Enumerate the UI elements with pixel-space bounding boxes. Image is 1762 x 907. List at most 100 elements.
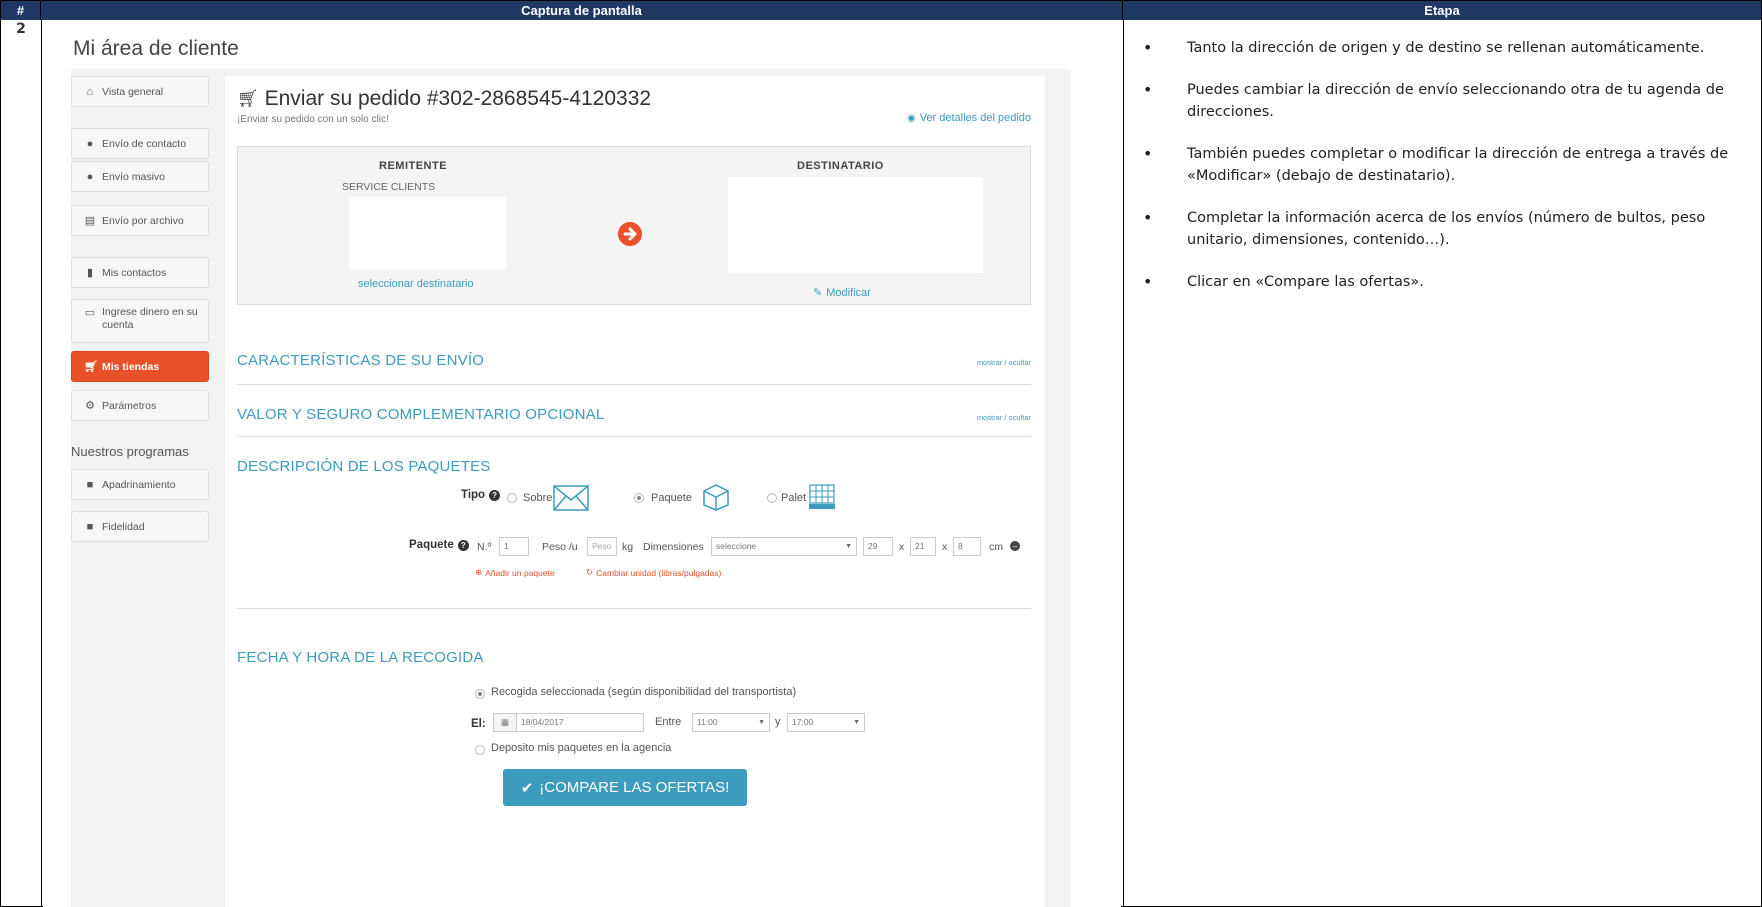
header-screenshot: Captura de pantalla	[41, 1, 1123, 20]
chevron-down-icon: ▼	[853, 719, 860, 726]
sidebar-item-contacts[interactable]: ▮ Mis contactos	[71, 257, 209, 288]
card-icon: ▭	[84, 307, 96, 319]
type-radio-sobre[interactable]	[507, 493, 517, 503]
user-icon: ●	[86, 137, 94, 150]
times-label: x	[899, 541, 905, 553]
column-divider	[41, 20, 42, 906]
from-time-select[interactable]: 11:00 ▼	[692, 713, 770, 732]
times-label: x	[942, 541, 948, 553]
sidebar-item-label: Fidelidad	[102, 520, 145, 533]
from-time-value: 11:00	[697, 717, 718, 727]
height-input[interactable]: 8	[953, 537, 981, 556]
sidebar-item-file-shipping[interactable]: ▤ Envío por archivo	[71, 205, 209, 236]
home-icon: ⌂	[86, 85, 94, 98]
step-item: Clicar en «Compare las ofertas».	[1131, 271, 1756, 293]
cart-icon: 🛒︎	[237, 89, 259, 108]
modify-label: Modificar	[826, 286, 871, 299]
recipient-address-box	[728, 177, 983, 273]
arrow-right-icon	[618, 222, 642, 246]
dimensions-select-value: seleccione	[716, 541, 757, 551]
step-item: Tanto la dirección de origen y de destin…	[1131, 37, 1756, 59]
help-icon[interactable]: ?	[489, 489, 501, 501]
chevron-down-icon: ▼	[758, 719, 765, 726]
programs-heading: Nuestros programas	[71, 444, 189, 459]
type-radio-palet[interactable]	[767, 493, 777, 503]
weight-label: Peso /u	[542, 541, 578, 553]
steps-list: Tanto la dirección de origen y de destin…	[1131, 37, 1756, 313]
sidebar-item-add-funds[interactable]: ▭ Ingrese dinero en su cuenta	[71, 299, 209, 343]
check-icon: ✔	[520, 779, 534, 797]
envelope-icon	[553, 485, 589, 511]
sidebar-item-overview[interactable]: ⌂ Vista general	[71, 76, 209, 107]
sender-name: SERVICE CLIENTS	[342, 181, 436, 193]
select-recipient-link[interactable]: seleccionar destinatario	[358, 278, 474, 290]
width-input[interactable]: 21	[910, 537, 936, 556]
sidebar-item-label: Envío masivo	[102, 170, 166, 183]
modify-link[interactable]: ✎ Modificar	[813, 286, 871, 300]
sidebar-item-label: Apadrinamiento	[102, 478, 176, 491]
weight-input[interactable]: Peso	[587, 537, 617, 556]
dimensions-label: Dimensiones	[643, 541, 704, 553]
change-unit-label: Cambiar unidad (libras/pulgadas)	[596, 567, 722, 578]
features-section-title[interactable]: CARACTERÍSTICAS DE SU ENVÍO	[237, 352, 484, 369]
help-icon[interactable]: ?	[457, 539, 469, 551]
gift-icon: ■	[86, 520, 94, 533]
plus-circle-icon: ⊕	[475, 567, 483, 577]
change-unit-link[interactable]: ↻ Cambiar unidad (libras/pulgadas)	[586, 567, 721, 578]
compare-offers-label: ¡COMPARE LAS OFERTAS!	[539, 779, 730, 796]
sidebar-item-referral[interactable]: ■ Apadrinamiento	[71, 469, 209, 500]
and-label: y	[775, 716, 781, 728]
document-table: # Captura de pantalla Etapa 2 Tanto la d…	[0, 0, 1762, 907]
to-time-select[interactable]: 17:00 ▼	[787, 713, 865, 732]
sidebar-item-label: Envío de contacto	[102, 137, 187, 150]
insurance-section-title[interactable]: VALOR Y SEGURO COMPLEMENTARIO OPCIONAL	[237, 406, 604, 423]
pallet-icon	[809, 484, 835, 509]
dimension-unit: cm	[989, 541, 1003, 553]
sidebar-item-bulk-shipping[interactable]: ● Envío masivo	[71, 161, 209, 192]
order-details-label: Ver detalles del pedido	[919, 112, 1031, 124]
sender-address-box	[349, 197, 506, 269]
add-package-link[interactable]: ⊕ Añadir un paquete	[475, 567, 555, 578]
between-label: Entre	[655, 716, 682, 728]
sidebar-item-label: Mis contactos	[102, 266, 167, 279]
features-toggle-link[interactable]: mostrar / ocultar	[977, 358, 1031, 367]
step-item: Completar la información acerca de los e…	[1131, 207, 1756, 251]
sidebar-item-loyalty[interactable]: ■ Fidelidad	[71, 511, 209, 542]
quantity-label: N.º	[477, 541, 492, 553]
type-label-text: Tipo	[461, 489, 486, 501]
sidebar-item-label: Vista general	[102, 85, 164, 98]
type-option-palet: Palet	[781, 492, 807, 504]
section-divider	[237, 608, 1031, 609]
add-package-label: Añadir un paquete	[485, 567, 555, 578]
type-option-paquete: Paquete	[651, 492, 692, 504]
order-details-link[interactable]: ◉ Ver detalles del pedido	[907, 112, 1031, 124]
length-input[interactable]: 29	[863, 537, 893, 556]
packages-section-title: DESCRIPCIÓN DE LOS PAQUETES	[237, 458, 491, 475]
section-divider	[237, 436, 1031, 437]
package-label-text: Paquete	[409, 539, 454, 551]
remove-package-icon[interactable]: –	[1010, 541, 1020, 551]
table-header: # Captura de pantalla Etapa	[1, 1, 1761, 20]
compare-offers-button[interactable]: ✔ ¡COMPARE LAS OFERTAS!	[503, 769, 747, 806]
sidebar-item-contact-shipping[interactable]: ● Envío de contacto	[71, 128, 209, 159]
type-radio-paquete[interactable]	[634, 493, 644, 503]
chevron-down-icon: ▼	[845, 543, 852, 550]
calendar-icon[interactable]: ▦	[493, 713, 517, 732]
sender-heading: REMITENTE	[379, 160, 448, 172]
recipient-heading: DESTINATARIO	[797, 160, 884, 172]
pencil-icon: ✎	[813, 287, 823, 299]
sidebar-item-label: Parámetros	[102, 399, 157, 412]
pickup-radio-agency[interactable]	[475, 745, 485, 755]
package-label: Paquete ?	[409, 539, 469, 551]
sidebar-item-label: Ingrese dinero en su cuenta	[102, 306, 198, 331]
order-title-text: Enviar su pedido #302-2868545-4120332	[264, 87, 652, 110]
dimensions-select[interactable]: seleccione ▼	[711, 537, 857, 556]
file-icon: ▤	[84, 215, 96, 227]
sidebar-item-my-stores[interactable]: 🛒︎ Mis tiendas	[71, 351, 209, 382]
pickup-radio-scheduled[interactable]	[475, 689, 485, 699]
quantity-input[interactable]: 1	[499, 537, 529, 556]
address-box: REMITENTE SERVICE CLIENTS seleccionar de…	[237, 146, 1031, 305]
date-input[interactable]: 18/04/2017	[516, 713, 644, 732]
insurance-toggle-link[interactable]: mostrar / ocultar	[977, 413, 1031, 422]
sidebar-item-settings[interactable]: ⚙ Parámetros	[71, 390, 209, 421]
